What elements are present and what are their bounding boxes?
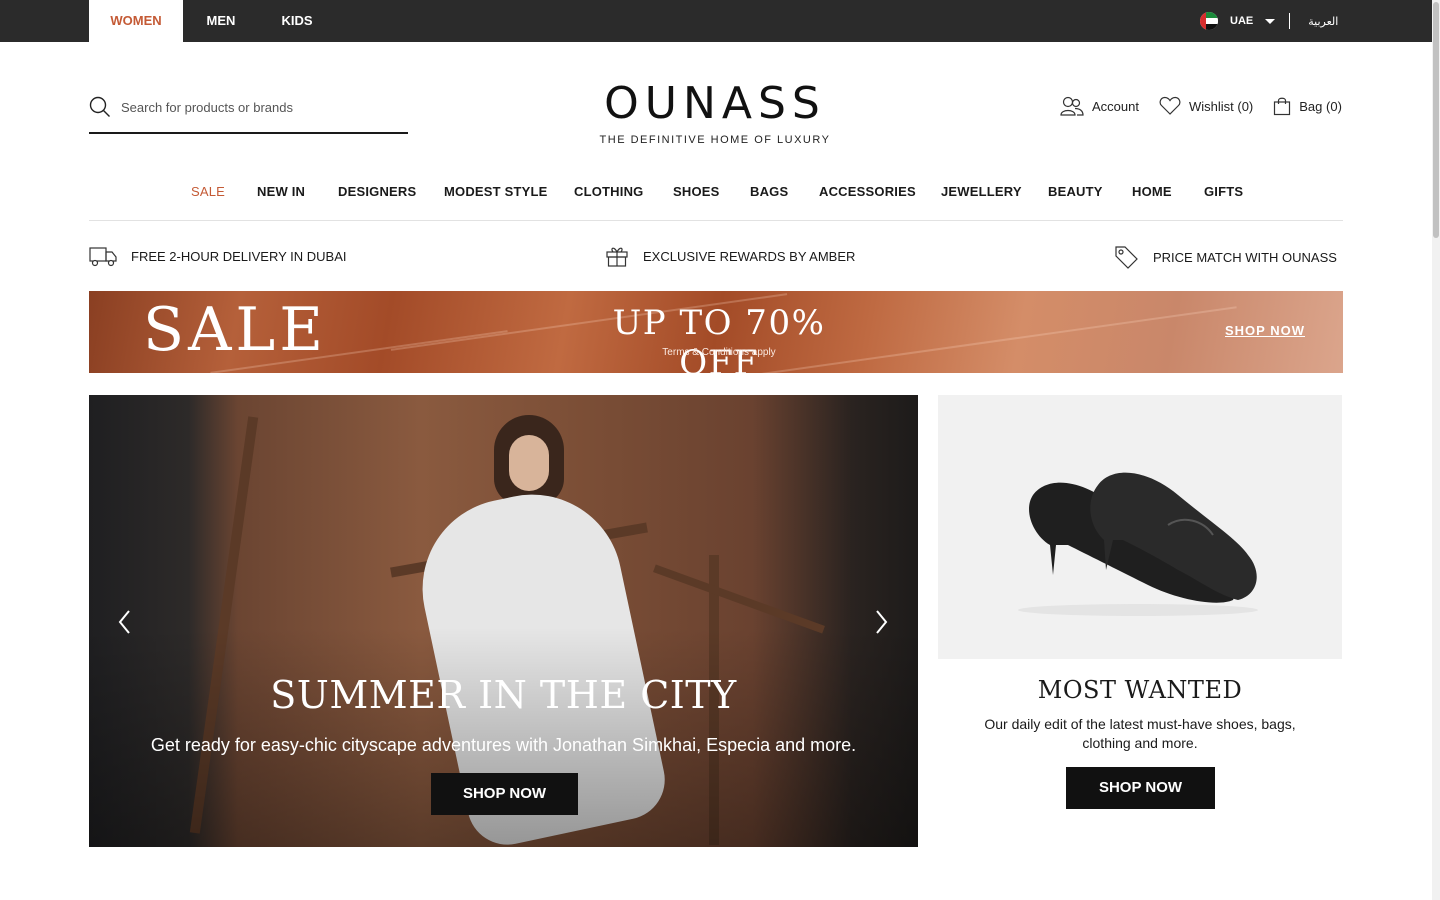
usp-price-match[interactable]: PRICE MATCH WITH OUNASS bbox=[1113, 244, 1337, 270]
site-logo[interactable]: OUNASS THE DEFINITIVE HOME OF LUXURY bbox=[590, 78, 840, 147]
banner-offer: UP TO 70% OFF bbox=[612, 303, 826, 373]
chevron-right-icon[interactable] bbox=[871, 607, 891, 637]
promo-description: Our daily edit of the latest must-have s… bbox=[984, 716, 1296, 751]
heart-icon bbox=[1159, 96, 1181, 115]
nav-item-new-in[interactable]: NEW IN bbox=[257, 184, 305, 199]
bag-link[interactable]: Bag (0) bbox=[1273, 96, 1342, 116]
nav-item-gifts[interactable]: GIFTS bbox=[1204, 184, 1243, 199]
logo-wordmark: OUNASS bbox=[604, 78, 826, 129]
nav-item-designers[interactable]: DESIGNERS bbox=[338, 184, 416, 199]
usp-price-match-label: PRICE MATCH WITH OUNASS bbox=[1153, 249, 1337, 265]
nav-item-bags[interactable]: BAGS bbox=[750, 184, 788, 199]
hero-carousel[interactable]: SUMMER IN THE CITY Get ready for easy-ch… bbox=[89, 395, 918, 847]
nav-item-home[interactable]: HOME bbox=[1132, 184, 1172, 199]
nav-item-sale[interactable]: SALE bbox=[191, 184, 225, 199]
chevron-left-icon[interactable] bbox=[115, 607, 135, 637]
top-bar: WOMEN MEN KIDS UAE العربية bbox=[0, 0, 1432, 42]
account-icon bbox=[1060, 96, 1084, 116]
promo-shop-now-button[interactable]: SHOP NOW bbox=[1066, 767, 1215, 809]
search-box bbox=[89, 94, 408, 134]
chevron-down-icon bbox=[1265, 18, 1276, 24]
promo-title: MOST WANTED bbox=[1037, 676, 1243, 704]
uae-flag-icon bbox=[1200, 12, 1218, 30]
scrollbar[interactable] bbox=[1432, 0, 1440, 900]
wishlist-label: Wishlist (0) bbox=[1188, 98, 1254, 114]
usp-rewards-label: EXCLUSIVE REWARDS BY AMBER bbox=[643, 248, 856, 264]
tab-men[interactable]: MEN bbox=[190, 0, 252, 42]
price-tag-icon bbox=[1115, 246, 1138, 269]
wishlist-link[interactable]: Wishlist (0) bbox=[1159, 96, 1253, 116]
banner-shop-now-link[interactable]: SHOP NOW bbox=[1225, 323, 1305, 338]
hero-subtitle: Get ready for easy-chic cityscape advent… bbox=[150, 735, 857, 755]
country-selector[interactable]: UAE العربية bbox=[1200, 0, 1338, 42]
shoes-image bbox=[1018, 472, 1258, 616]
most-wanted-image[interactable] bbox=[938, 395, 1342, 659]
nav-item-clothing[interactable]: CLOTHING bbox=[574, 184, 643, 199]
banner-title: SALE bbox=[143, 295, 328, 365]
usp-delivery-label: FREE 2-HOUR DELIVERY IN DUBAI bbox=[131, 248, 347, 264]
nav-item-jewellery[interactable]: JEWELLERY bbox=[941, 184, 1022, 199]
nav-item-accessories[interactable]: ACCESSORIES bbox=[819, 184, 916, 199]
account-label: Account bbox=[1092, 98, 1139, 114]
scrollbar-thumb[interactable] bbox=[1433, 2, 1439, 238]
country-label: UAE bbox=[1230, 15, 1254, 27]
header-actions: Account Wishlist (0) Bag (0) bbox=[1060, 96, 1362, 116]
search-input[interactable] bbox=[121, 100, 381, 115]
gift-icon bbox=[606, 247, 628, 267]
tab-women[interactable]: WOMEN bbox=[89, 0, 183, 42]
nav-item-shoes[interactable]: SHOES bbox=[673, 184, 720, 199]
nav-item-beauty[interactable]: BEAUTY bbox=[1048, 184, 1103, 199]
hero-title: SUMMER IN THE CITY bbox=[270, 673, 737, 717]
banner-terms: Terms & Conditions apply bbox=[662, 347, 776, 358]
delivery-truck-icon bbox=[89, 247, 117, 267]
hero-shop-now-button[interactable]: SHOP NOW bbox=[431, 773, 578, 815]
logo-tagline: THE DEFINITIVE HOME OF LUXURY bbox=[599, 134, 831, 146]
sale-banner[interactable]: SALE UP TO 70% OFF Terms & Conditions ap… bbox=[89, 291, 1343, 373]
main-navigation: SALE NEW IN DESIGNERS MODEST STYLE CLOTH… bbox=[89, 172, 1343, 221]
tab-kids[interactable]: KIDS bbox=[266, 0, 328, 42]
usp-rewards[interactable]: EXCLUSIVE REWARDS BY AMBER bbox=[605, 244, 855, 268]
search-icon[interactable] bbox=[89, 96, 111, 118]
divider bbox=[1289, 13, 1291, 29]
language-switch[interactable]: العربية bbox=[1308, 15, 1338, 28]
shopping-bag-icon bbox=[1274, 97, 1291, 116]
nav-item-modest-style[interactable]: MODEST STYLE bbox=[444, 184, 548, 199]
usp-delivery[interactable]: FREE 2-HOUR DELIVERY IN DUBAI bbox=[89, 244, 347, 268]
bag-label: Bag (0) bbox=[1299, 98, 1342, 114]
account-link[interactable]: Account bbox=[1060, 96, 1139, 116]
